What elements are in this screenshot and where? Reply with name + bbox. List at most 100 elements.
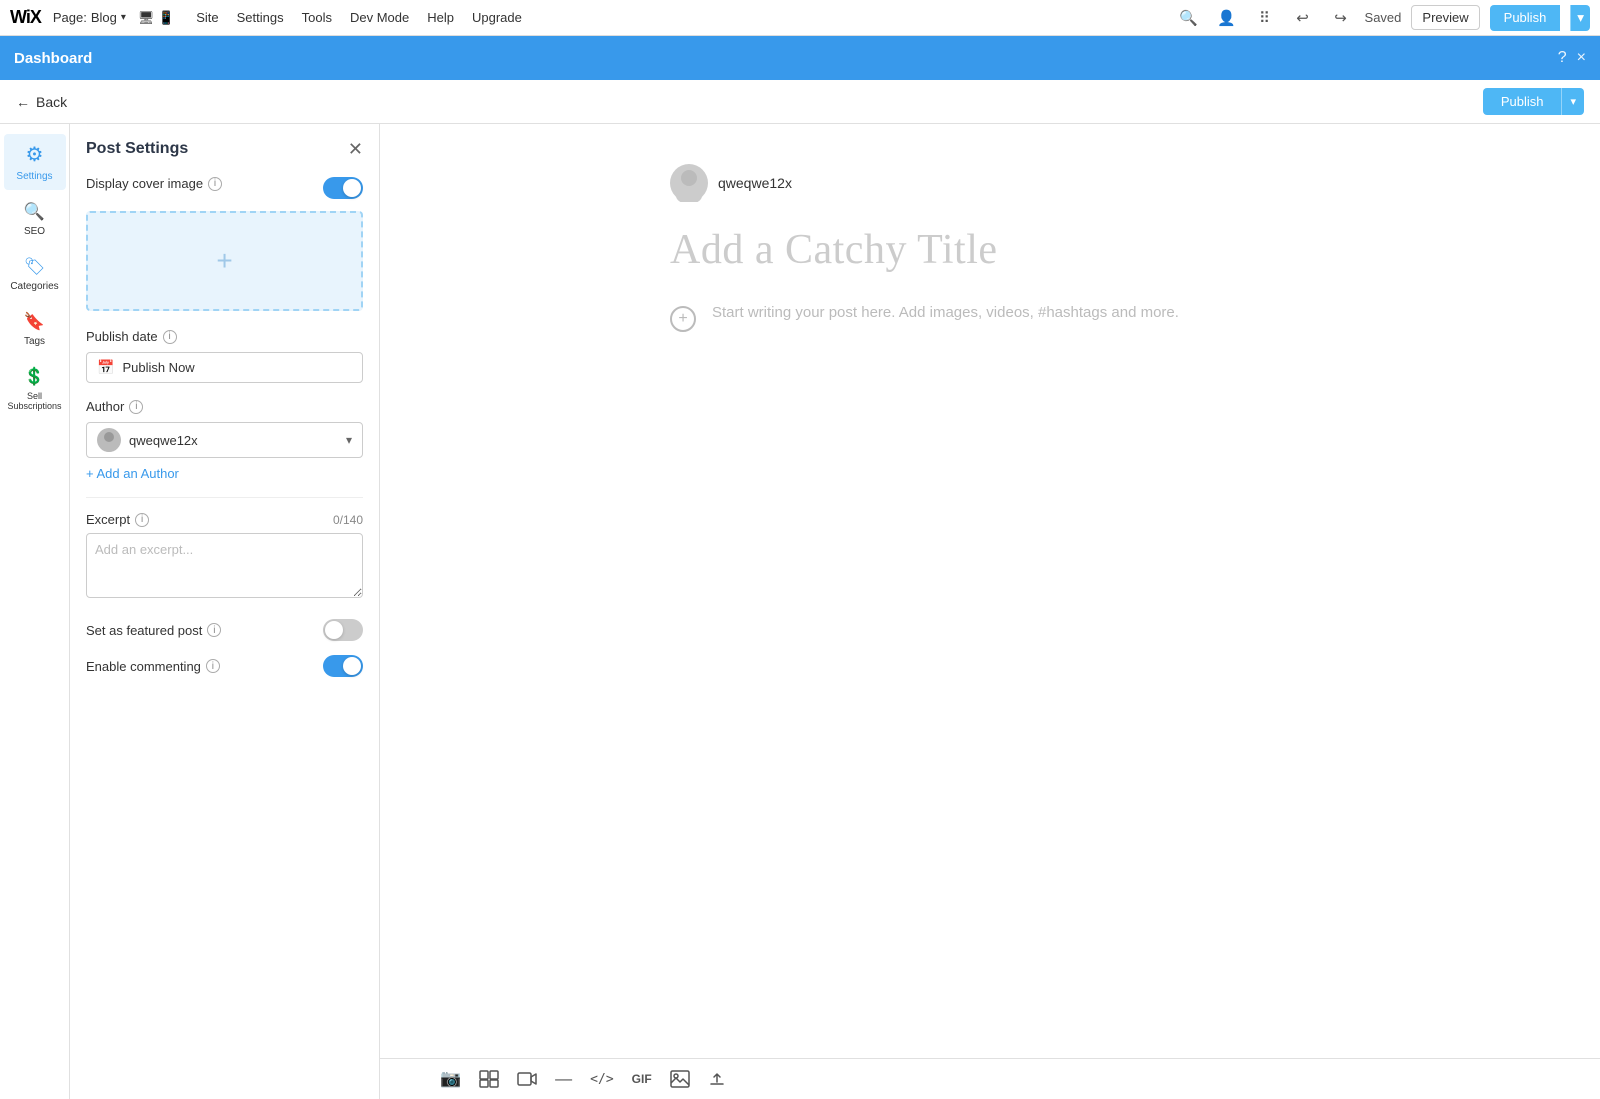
add-author-label: + Add an Author — [86, 466, 179, 481]
search-icon[interactable]: 🔍 — [1175, 4, 1203, 32]
toolbar-code-icon[interactable]: </> — [590, 1072, 613, 1087]
cover-image-toggle[interactable] — [323, 177, 363, 199]
sell-icon: 💲 — [24, 367, 45, 387]
toolbar-gif-icon[interactable]: GIF — [632, 1072, 652, 1086]
publish-buttons: Publish ▾ — [1483, 88, 1584, 115]
top-bar: WiX Page: Blog ▾ 🖥 📱 Site Settings Tools… — [0, 0, 1600, 36]
publish-date-value: Publish Now — [122, 360, 194, 375]
post-body-placeholder[interactable]: Start writing your post here. Add images… — [712, 304, 1310, 321]
sidebar-item-tags[interactable]: 🔖 Tags — [4, 304, 66, 355]
post-body-row: + Start writing your post here. Add imag… — [670, 304, 1310, 332]
nav-tools[interactable]: Tools — [296, 6, 338, 29]
panel-close-button[interactable]: ✕ — [348, 140, 363, 158]
page-selector[interactable]: Page: Blog ▾ — [53, 10, 126, 25]
toolbar-upload-icon[interactable] — [708, 1070, 726, 1088]
commenting-label: Enable commenting i — [86, 659, 220, 674]
user-icon[interactable]: 👤 — [1213, 4, 1241, 32]
editor-area: qweqwe12x Add a Catchy Title + Start wri… — [380, 124, 1600, 1099]
publish-date-label: Publish date i — [86, 329, 363, 344]
mobile-icon[interactable]: 📱 — [158, 10, 174, 25]
editor-author-avatar — [670, 164, 708, 202]
image-upload-area[interactable]: + — [86, 211, 363, 311]
dashboard-header-icons: ? × — [1558, 49, 1586, 67]
sidebar-item-seo[interactable]: 🔍 SEO — [4, 194, 66, 245]
featured-toggle-row: Set as featured post i — [86, 619, 363, 641]
categories-icon: 🏷 — [24, 257, 46, 277]
publish-date-input[interactable]: 📅 Publish Now — [86, 352, 363, 383]
page-name: Blog — [91, 10, 117, 25]
dashboard-title: Dashboard — [14, 50, 92, 67]
excerpt-header: Excerpt i 0/140 — [86, 512, 363, 527]
toolbar-image2-icon[interactable] — [670, 1070, 690, 1088]
back-label: Back — [36, 94, 67, 110]
author-name: qweqwe12x — [129, 433, 198, 448]
sub-publish-dropdown[interactable]: ▾ — [1561, 88, 1584, 115]
author-section: Author i qweqwe12x ▾ + Add an Author — [86, 399, 363, 481]
post-title-placeholder[interactable]: Add a Catchy Title — [670, 226, 1310, 274]
wix-logo: WiX — [10, 7, 41, 28]
add-author-button[interactable]: + Add an Author — [86, 466, 363, 481]
preview-button[interactable]: Preview — [1411, 5, 1479, 30]
page-label: Page: — [53, 10, 87, 25]
featured-toggle[interactable] — [323, 619, 363, 641]
commenting-toggle[interactable] — [323, 655, 363, 677]
toolbar-video-icon[interactable] — [517, 1071, 537, 1087]
publish-date-section: Publish date i 📅 Publish Now — [86, 329, 363, 383]
excerpt-info-icon[interactable]: i — [135, 513, 149, 527]
device-icons: 🖥 📱 — [138, 10, 174, 26]
author-left: qweqwe12x — [97, 428, 198, 452]
panel-title: Post Settings — [86, 140, 188, 158]
nav-devmode[interactable]: Dev Mode — [344, 6, 415, 29]
undo-icon[interactable]: ↩ — [1289, 4, 1317, 32]
sidebar-item-settings[interactable]: ⚙ Settings — [4, 134, 66, 190]
cover-image-info-icon[interactable]: i — [208, 177, 222, 191]
sidebar-seo-label: SEO — [24, 226, 45, 237]
sub-publish-button[interactable]: Publish — [1483, 88, 1562, 115]
help-icon[interactable]: ? — [1558, 49, 1567, 67]
sidebar-sell-label: Sell Subscriptions — [7, 391, 61, 411]
top-bar-nav: Site Settings Tools Dev Mode Help Upgrad… — [190, 6, 528, 29]
author-dropdown[interactable]: qweqwe12x ▾ — [86, 422, 363, 458]
editor-author-row: qweqwe12x — [670, 164, 1310, 202]
author-avatar — [97, 428, 121, 452]
publish-date-info-icon[interactable]: i — [163, 330, 177, 344]
excerpt-label: Excerpt i — [86, 512, 149, 527]
excerpt-textarea[interactable] — [86, 533, 363, 598]
toolbar-divider-icon[interactable]: — — [555, 1069, 572, 1089]
commenting-info-icon[interactable]: i — [206, 659, 220, 673]
add-image-icon: + — [216, 245, 232, 277]
settings-panel: Post Settings ✕ Display cover image i + … — [70, 124, 380, 1099]
featured-label: Set as featured post i — [86, 623, 221, 638]
excerpt-section: Excerpt i 0/140 — [86, 512, 363, 603]
author-label: Author i — [86, 399, 363, 414]
back-arrow-icon: ← — [16, 94, 30, 110]
featured-info-icon[interactable]: i — [207, 623, 221, 637]
dashboard-close-icon[interactable]: × — [1577, 49, 1586, 67]
cover-image-label: Display cover image i — [86, 176, 222, 191]
publish-button[interactable]: Publish — [1490, 5, 1561, 31]
author-info-icon[interactable]: i — [129, 400, 143, 414]
main-layout: ⚙ Settings 🔍 SEO 🏷 Categories 🔖 Tags 💲 S… — [0, 124, 1600, 1099]
excerpt-char-count: 0/140 — [333, 513, 363, 527]
nav-upgrade[interactable]: Upgrade — [466, 6, 528, 29]
icon-sidebar: ⚙ Settings 🔍 SEO 🏷 Categories 🔖 Tags 💲 S… — [0, 124, 70, 1099]
editor-author-name: qweqwe12x — [718, 175, 792, 191]
toolbar-gallery-icon[interactable] — [479, 1070, 499, 1088]
redo-icon[interactable]: ↪ — [1327, 4, 1355, 32]
add-content-button[interactable]: + — [670, 306, 696, 332]
publish-dropdown-button[interactable]: ▾ — [1570, 5, 1590, 31]
desktop-icon[interactable]: 🖥 — [138, 10, 155, 25]
nav-settings[interactable]: Settings — [231, 6, 290, 29]
sidebar-item-sell[interactable]: 💲 Sell Subscriptions — [4, 359, 66, 419]
sidebar-settings-label: Settings — [16, 171, 52, 182]
calendar-icon: 📅 — [97, 359, 114, 376]
toolbar-photo-icon[interactable]: 📷 — [440, 1069, 461, 1089]
grid-icon[interactable]: ⠿ — [1251, 4, 1279, 32]
back-button[interactable]: ← Back — [16, 94, 67, 110]
cover-image-toggle-row: Display cover image i — [86, 176, 363, 199]
sidebar-item-categories[interactable]: 🏷 Categories — [4, 249, 66, 300]
nav-site[interactable]: Site — [190, 6, 224, 29]
nav-help[interactable]: Help — [421, 6, 460, 29]
sidebar-tags-label: Tags — [24, 336, 45, 347]
sub-header: ← Back Publish ▾ — [0, 80, 1600, 124]
